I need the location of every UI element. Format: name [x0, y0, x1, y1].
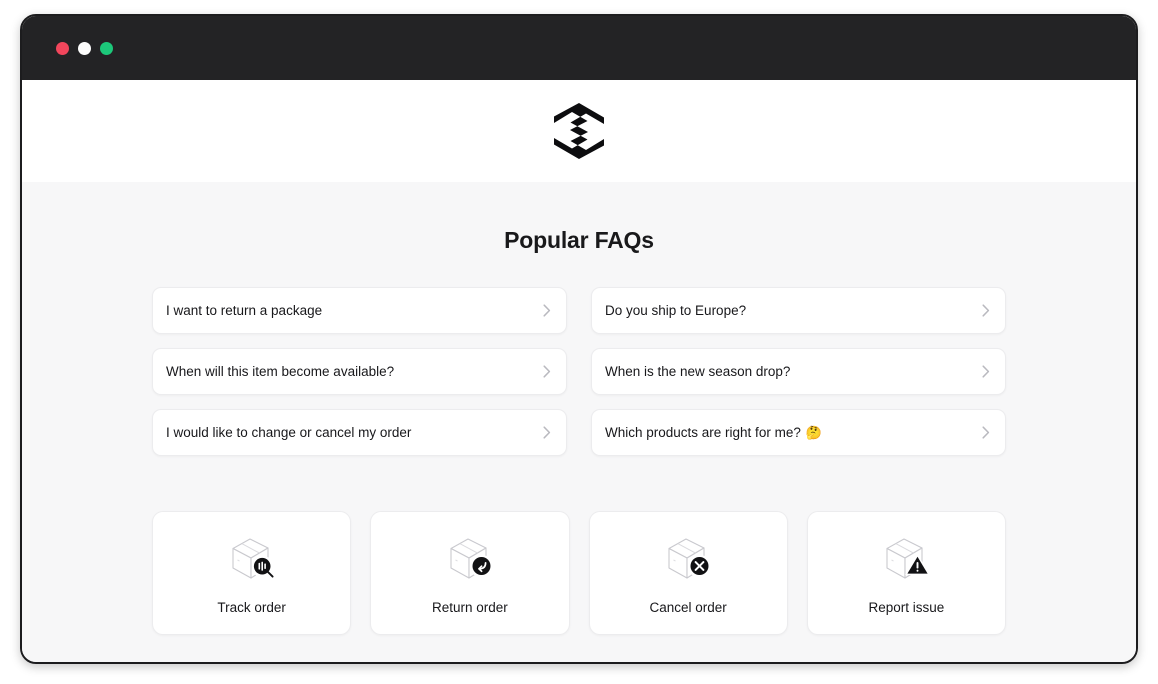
quick-actions: Track order Return order Cancel order Re… [152, 511, 1006, 635]
faq-item-season-drop[interactable]: When is the new season drop? [591, 348, 1006, 395]
close-window-button[interactable] [56, 41, 69, 55]
faq-item-label: I want to return a package [166, 303, 327, 318]
main-content: Popular FAQs I want to return a package … [22, 182, 1136, 662]
faq-item-label: Do you ship to Europe? [605, 303, 751, 318]
faq-item-text: When will this item become available? [166, 364, 395, 379]
maximize-window-button[interactable] [100, 41, 113, 55]
chevron-right-icon [543, 304, 551, 317]
thinking-face-emoji: 🤔 [805, 425, 823, 440]
action-card-label: Cancel order [649, 600, 727, 615]
chevron-right-icon [543, 426, 551, 439]
faq-item-text: I want to return a package [166, 303, 323, 318]
faq-item-text: Do you ship to Europe? [605, 303, 747, 318]
faq-item-text: Which products are right for me? [605, 425, 801, 440]
app-window: Popular FAQs I want to return a package … [20, 14, 1138, 664]
chevron-right-icon [982, 304, 990, 317]
faq-item-ship-europe[interactable]: Do you ship to Europe? [591, 287, 1006, 334]
faq-item-label: I would like to change or cancel my orde… [166, 425, 416, 440]
faq-item-change-cancel-order[interactable]: I would like to change or cancel my orde… [152, 409, 567, 456]
box-with-warning-icon [886, 538, 931, 579]
box-with-cross-icon [668, 538, 712, 579]
window-titlebar [22, 16, 1136, 80]
faq-item-label: When is the new season drop? [605, 364, 795, 379]
page-title: Popular FAQs [504, 227, 654, 253]
faq-item-label: When will this item become available? [166, 364, 399, 379]
chevron-right-icon [982, 426, 990, 439]
brand-header [22, 80, 1136, 182]
action-card-return-order[interactable]: Return order [370, 511, 570, 635]
faq-item-text: When is the new season drop? [605, 364, 791, 379]
minimize-window-button[interactable] [78, 41, 91, 55]
hexagon-s-logo-icon [554, 103, 604, 159]
chevron-right-icon [982, 365, 990, 378]
faq-item-right-products[interactable]: Which products are right for me? 🤔 [591, 409, 1006, 456]
window-controls [56, 41, 113, 55]
action-card-label: Report issue [868, 600, 945, 615]
action-card-cancel-order[interactable]: Cancel order [588, 511, 788, 635]
faq-item-text: I would like to change or cancel my orde… [166, 425, 412, 440]
faq-item-label: Which products are right for me? 🤔 [605, 425, 822, 440]
chevron-right-icon [543, 365, 551, 378]
box-with-return-arrow-icon [450, 538, 494, 579]
action-card-track-order[interactable]: Track order [152, 511, 352, 635]
faq-item-item-available[interactable]: When will this item become available? [152, 348, 567, 395]
action-card-report-issue[interactable]: Report issue [806, 511, 1006, 635]
faq-item-return-package[interactable]: I want to return a package [152, 287, 567, 334]
faq-list: I want to return a package Do you ship t… [152, 287, 1006, 456]
box-with-magnifier-icon [232, 538, 274, 579]
action-card-label: Track order [217, 600, 286, 615]
action-card-label: Return order [431, 600, 508, 615]
